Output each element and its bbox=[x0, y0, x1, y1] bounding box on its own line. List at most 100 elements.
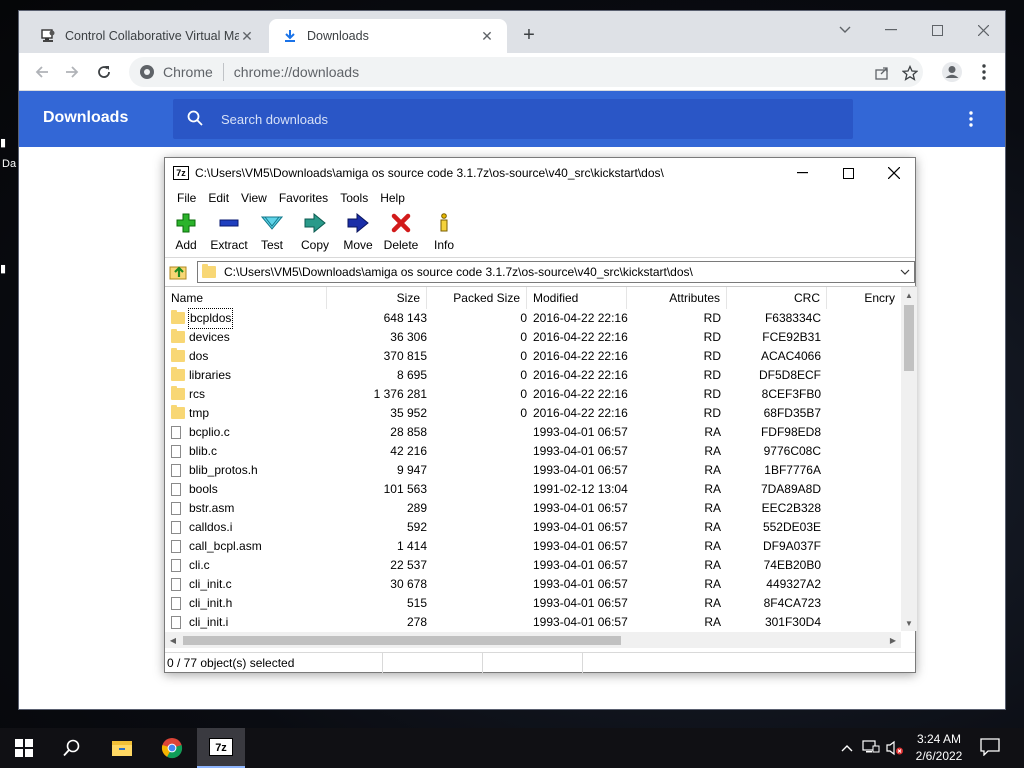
system-clock[interactable]: 3:24 AM 2/6/2022 bbox=[908, 731, 970, 765]
cell-attributes: RA bbox=[704, 444, 721, 458]
column-crc[interactable]: CRC bbox=[727, 287, 827, 309]
file-row[interactable]: bstr.asm 289 1993-04-01 06:57 RA EEC2B328 bbox=[165, 499, 901, 518]
7zip-titlebar[interactable]: 7z C:\Users\VM5\Downloads\amiga os sourc… bbox=[165, 158, 915, 188]
file-row[interactable]: cli_init.i 278 1993-04-01 06:57 RA 301F30D4 bbox=[165, 613, 901, 632]
share-icon[interactable] bbox=[873, 64, 891, 82]
minimize-button[interactable] bbox=[871, 17, 911, 43]
folder-row[interactable]: tmp 35 952 0 2016-04-22 22:16 RD 68FD35B7 bbox=[165, 404, 901, 423]
new-tab-button[interactable]: + bbox=[519, 25, 539, 47]
folder-row[interactable]: libraries 8 695 0 2016-04-22 22:16 RD DF5D8EC… bbox=[165, 366, 901, 385]
menu-edit[interactable]: Edit bbox=[202, 191, 235, 205]
omnibox-url[interactable]: chrome://downloads bbox=[234, 64, 359, 80]
scroll-up-icon[interactable]: ▲ bbox=[901, 287, 917, 303]
notification-center-icon[interactable] bbox=[980, 738, 1002, 758]
move-button[interactable]: Move bbox=[336, 212, 380, 256]
search-button[interactable] bbox=[48, 728, 96, 768]
menu-tools[interactable]: Tools bbox=[334, 191, 374, 205]
folder-row[interactable]: dos 370 815 0 2016-04-22 22:16 RD ACAC4066 bbox=[165, 347, 901, 366]
network-icon[interactable] bbox=[862, 739, 880, 757]
maximize-button[interactable] bbox=[825, 158, 871, 188]
chevron-down-icon[interactable] bbox=[896, 269, 914, 275]
add-button[interactable]: Add bbox=[164, 212, 208, 256]
file-row[interactable]: call_bcpl.asm 1 414 1993-04-01 06:57 RA DF9A… bbox=[165, 537, 901, 556]
tab-downloads[interactable]: Downloads ✕ bbox=[269, 19, 507, 53]
file-row[interactable]: bcplio.c 28 858 1993-04-01 06:57 RA FDF98ED8 bbox=[165, 423, 901, 442]
bookmark-star-icon[interactable] bbox=[901, 64, 919, 82]
folder-up-icon[interactable] bbox=[169, 263, 189, 281]
menu-view[interactable]: View bbox=[235, 191, 273, 205]
close-window-button[interactable] bbox=[871, 158, 917, 188]
scroll-right-icon[interactable]: ▶ bbox=[885, 632, 901, 648]
maximize-button[interactable] bbox=[917, 17, 957, 43]
search-input[interactable] bbox=[221, 111, 821, 127]
taskbar-file-explorer[interactable] bbox=[98, 728, 146, 768]
menu-favorites[interactable]: Favorites bbox=[273, 191, 334, 205]
column-size[interactable]: Size bbox=[327, 287, 427, 309]
close-icon[interactable]: ✕ bbox=[479, 28, 495, 44]
vertical-scroll-thumb[interactable] bbox=[904, 305, 914, 371]
back-button[interactable] bbox=[29, 59, 55, 85]
status-extra bbox=[583, 653, 683, 673]
cell-crc: 1BF7776A bbox=[764, 463, 821, 477]
minimize-button[interactable] bbox=[779, 158, 825, 188]
cell-modified: 1993-04-01 06:57 bbox=[533, 444, 628, 458]
desktop-icon-fragment[interactable]: ▮ bbox=[0, 136, 6, 149]
file-row[interactable]: calldos.i 592 1993-04-01 06:57 RA 552DE03E bbox=[165, 518, 901, 537]
column-packed-size[interactable]: Packed Size bbox=[427, 287, 527, 309]
file-row[interactable]: cli_init.c 30 678 1993-04-01 06:57 RA 449327… bbox=[165, 575, 901, 594]
cell-name: libraries bbox=[189, 368, 232, 382]
cell-attributes: RA bbox=[704, 615, 721, 629]
cell-attributes: RA bbox=[704, 539, 721, 553]
extract-button[interactable]: Extract bbox=[207, 212, 251, 256]
horizontal-scrollbar[interactable]: ◀ ▶ bbox=[165, 632, 901, 648]
start-button[interactable] bbox=[0, 728, 48, 768]
reload-button[interactable] bbox=[91, 59, 117, 85]
taskbar-chrome[interactable] bbox=[148, 728, 196, 768]
7zip-icon: 7z bbox=[209, 738, 233, 756]
path-combobox[interactable]: C:\Users\VM5\Downloads\amiga os source c… bbox=[197, 261, 915, 283]
file-row[interactable]: bools 101 563 1991-02-12 13:04 RA 7DA89A8D bbox=[165, 480, 901, 499]
volume-muted-icon[interactable] bbox=[886, 739, 904, 757]
cell-attributes: RA bbox=[704, 463, 721, 477]
folder-row[interactable]: rcs 1 376 281 0 2016-04-22 22:16 RD 8CEF3FB0 bbox=[165, 385, 901, 404]
cell-name: calldos.i bbox=[189, 520, 233, 534]
profile-avatar-icon[interactable] bbox=[939, 59, 965, 85]
cell-crc: 68FD35B7 bbox=[763, 406, 821, 420]
vertical-scrollbar[interactable]: ▲ ▼ bbox=[901, 287, 917, 631]
horizontal-scroll-thumb[interactable] bbox=[183, 636, 621, 645]
column-modified[interactable]: Modified bbox=[527, 287, 627, 309]
scroll-left-icon[interactable]: ◀ bbox=[165, 632, 181, 648]
search-downloads-box[interactable] bbox=[173, 99, 853, 139]
column-name[interactable]: Name bbox=[165, 287, 327, 309]
folder-row[interactable]: bcpldos 648 143 0 2016-04-22 22:16 RD F638334… bbox=[165, 308, 901, 329]
folder-row[interactable]: devices 36 306 0 2016-04-22 22:16 RD FCE92B31 bbox=[165, 328, 901, 347]
column-encrypted[interactable]: Encry bbox=[827, 287, 901, 309]
desktop-icon-fragment-2[interactable]: ▮ bbox=[0, 262, 6, 275]
column-attributes[interactable]: Attributes bbox=[627, 287, 727, 309]
cell-modified: 1993-04-01 06:57 bbox=[533, 615, 628, 629]
close-window-button[interactable] bbox=[963, 17, 1003, 43]
scroll-down-icon[interactable]: ▼ bbox=[901, 615, 917, 631]
file-row[interactable]: blib_protos.h 9 947 1993-04-01 06:57 RA 1BF7… bbox=[165, 461, 901, 480]
cell-attributes: RA bbox=[704, 482, 721, 496]
file-row[interactable]: blib.c 42 216 1993-04-01 06:57 RA 9776C08C bbox=[165, 442, 901, 461]
tab-search-icon[interactable] bbox=[825, 17, 865, 43]
forward-button[interactable] bbox=[59, 59, 85, 85]
copy-button[interactable]: Copy bbox=[293, 212, 337, 256]
show-hidden-icons-chevron-icon[interactable] bbox=[838, 739, 856, 757]
cell-crc: DF9A037F bbox=[762, 539, 821, 553]
more-actions-icon[interactable] bbox=[961, 109, 981, 129]
menu-file[interactable]: File bbox=[171, 191, 202, 205]
taskbar-7zip[interactable]: 7z bbox=[197, 728, 245, 768]
test-button[interactable]: Test bbox=[250, 212, 294, 256]
tab-control-collaborative[interactable]: Control Collaborative Virtual Ma ✕ bbox=[27, 19, 267, 53]
file-row[interactable]: cli.c 22 537 1993-04-01 06:57 RA 74EB20B0 bbox=[165, 556, 901, 575]
cell-packed-size: 0 bbox=[520, 311, 527, 325]
menu-help[interactable]: Help bbox=[374, 191, 411, 205]
info-button[interactable]: Info bbox=[422, 212, 466, 256]
chrome-menu-icon[interactable] bbox=[971, 59, 997, 85]
delete-button[interactable]: Delete bbox=[379, 212, 423, 256]
file-row[interactable]: cli_init.h 515 1993-04-01 06:57 RA 8F4CA723 bbox=[165, 594, 901, 613]
close-icon[interactable]: ✕ bbox=[239, 28, 255, 44]
address-bar[interactable]: Chrome chrome://downloads bbox=[129, 57, 923, 87]
